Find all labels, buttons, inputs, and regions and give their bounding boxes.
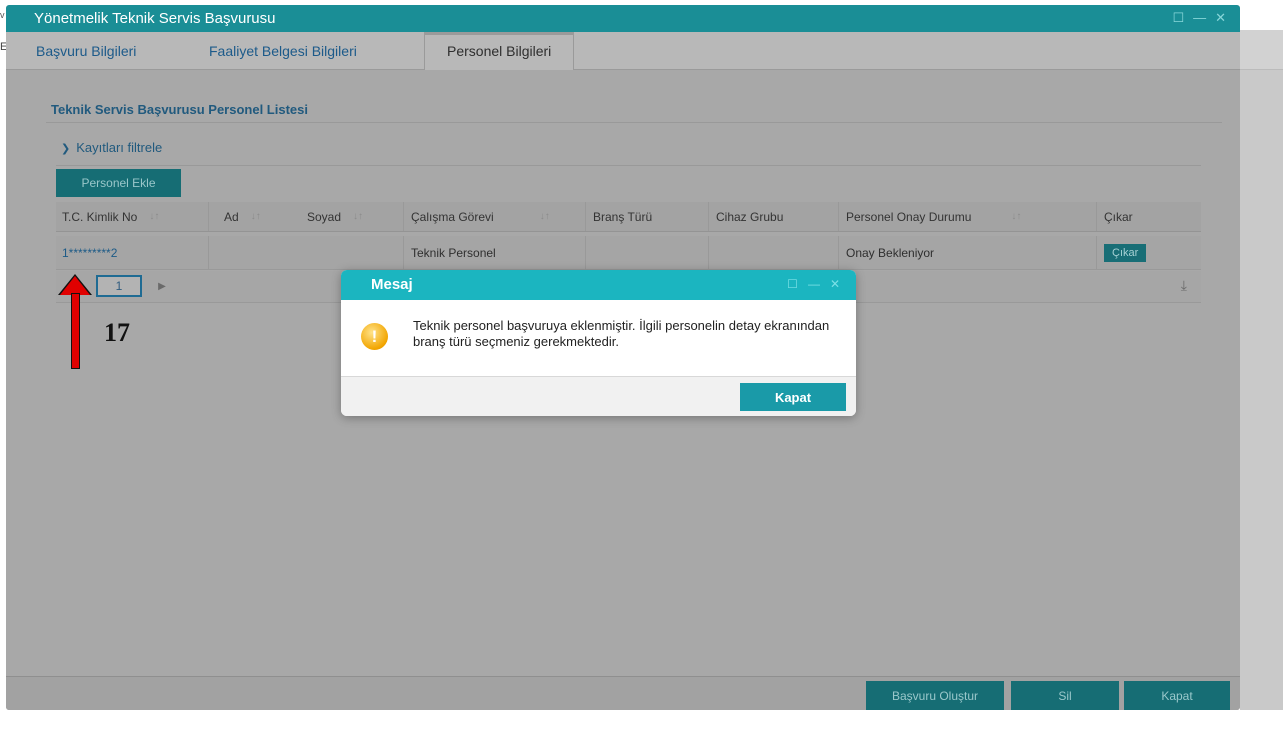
minimize-icon[interactable]: — [808, 277, 820, 291]
cell-action: Çıkar [1098, 236, 1198, 269]
dialog-controls: ☐ — ✕ [787, 277, 840, 291]
maximize-icon[interactable]: ☐ [1172, 10, 1184, 26]
page-number-input[interactable]: 1 [96, 275, 142, 297]
divider [56, 165, 1201, 166]
close-icon[interactable]: ✕ [830, 277, 840, 291]
filter-label: Kayıtları filtrele [76, 140, 163, 155]
sort-icon: ↓↑ [353, 211, 364, 222]
cell-soyad [301, 236, 401, 269]
background-toolbar [1240, 30, 1283, 70]
sort-icon: ↓↑ [149, 211, 160, 222]
column-header-cihaz[interactable]: Cihaz Grubu [710, 202, 840, 231]
remove-personnel-button[interactable]: Çıkar [1104, 243, 1147, 262]
dialog-body: ! Teknik personel başvuruya eklenmiştir.… [341, 300, 856, 377]
sort-icon: ↓↑ [250, 211, 261, 222]
table-row[interactable]: 1*********2 Teknik Personel Onay Bekleni… [56, 236, 1201, 270]
create-application-button[interactable]: Başvuru Oluştur [866, 681, 1004, 710]
column-header-gorev[interactable]: Çalışma Görevi ↓↑ [405, 202, 585, 231]
background-panel [1240, 70, 1283, 710]
cell-cihaz [710, 236, 840, 269]
dialog-footer: Kapat [341, 377, 856, 416]
filter-toggle[interactable]: ❯ Kayıtları filtrele [61, 140, 162, 155]
dialog-titlebar: Mesaj ☐ — ✕ [341, 270, 856, 300]
tab-bar: Başvuru Bilgileri Faaliyet Belgesi Bilgi… [6, 32, 1240, 71]
cell-ad [218, 236, 298, 269]
annotation-step-label: 17 [104, 318, 130, 347]
dialog-message: Teknik personel başvuruya eklenmiştir. İ… [413, 318, 830, 349]
maximize-icon[interactable]: ☐ [787, 277, 798, 291]
cell-brans [587, 236, 707, 269]
dialog-close-button[interactable]: Kapat [740, 383, 846, 411]
dialog-title: Mesaj [371, 276, 413, 293]
section-title: Teknik Servis Başvurusu Personel Listesi [51, 102, 308, 117]
column-header-soyad[interactable]: Soyad ↓↑ [301, 202, 401, 231]
annotation-arrow-shaft [71, 293, 80, 369]
chevron-down-icon: ❯ [61, 143, 71, 155]
next-page-icon[interactable]: ▶ [152, 277, 172, 297]
window-footer: Başvuru Oluştur Sil Kapat [6, 676, 1240, 710]
column-header-ad[interactable]: Ad ↓↑ [218, 202, 298, 231]
close-icon[interactable]: ✕ [1215, 10, 1226, 26]
minimize-icon[interactable]: — [1193, 10, 1206, 26]
window-titlebar: Yönetmelik Teknik Servis Başvurusu ☐ — ✕ [6, 5, 1240, 32]
cell-tc-kimlik[interactable]: 1*********2 [56, 236, 206, 269]
table-header: T.C. Kimlik No ↓↑ Ad ↓↑ Soyad ↓↑ Çalışma Gö… [56, 202, 1201, 232]
column-header-tc[interactable]: T.C. Kimlik No ↓↑ [56, 202, 206, 231]
tab-basvuru-bilgileri[interactable]: Başvuru Bilgileri [36, 32, 136, 70]
column-header-cikar: Çıkar [1104, 209, 1133, 224]
divider [46, 122, 1222, 123]
window-title: Yönetmelik Teknik Servis Başvurusu [34, 10, 276, 27]
sort-icon: ↓↑ [1011, 211, 1022, 222]
delete-button[interactable]: Sil [1011, 681, 1119, 710]
tab-faaliyet-belgesi-bilgileri[interactable]: Faaliyet Belgesi Bilgileri [209, 32, 357, 70]
close-window-button[interactable]: Kapat [1124, 681, 1230, 710]
warning-icon: ! [361, 323, 388, 350]
window-controls: ☐ — ✕ [1172, 10, 1226, 26]
sort-icon: ↓↑ [539, 211, 550, 222]
cell-durum: Onay Bekleniyor [846, 245, 935, 260]
message-dialog: Mesaj ☐ — ✕ ! Teknik personel başvuruya … [341, 270, 856, 416]
tab-personel-bilgileri[interactable]: Personel Bilgileri [424, 32, 575, 71]
cell-gorev: Teknik Personel [411, 245, 496, 260]
column-header-durum[interactable]: Personel Onay Durumu ↓↑ [840, 202, 1090, 231]
add-personnel-button[interactable]: Personel Ekle [56, 169, 181, 197]
download-icon[interactable]: ⤓ [1181, 277, 1187, 294]
background-text: v [0, 10, 5, 20]
column-header-brans[interactable]: Branş Türü [587, 202, 707, 231]
